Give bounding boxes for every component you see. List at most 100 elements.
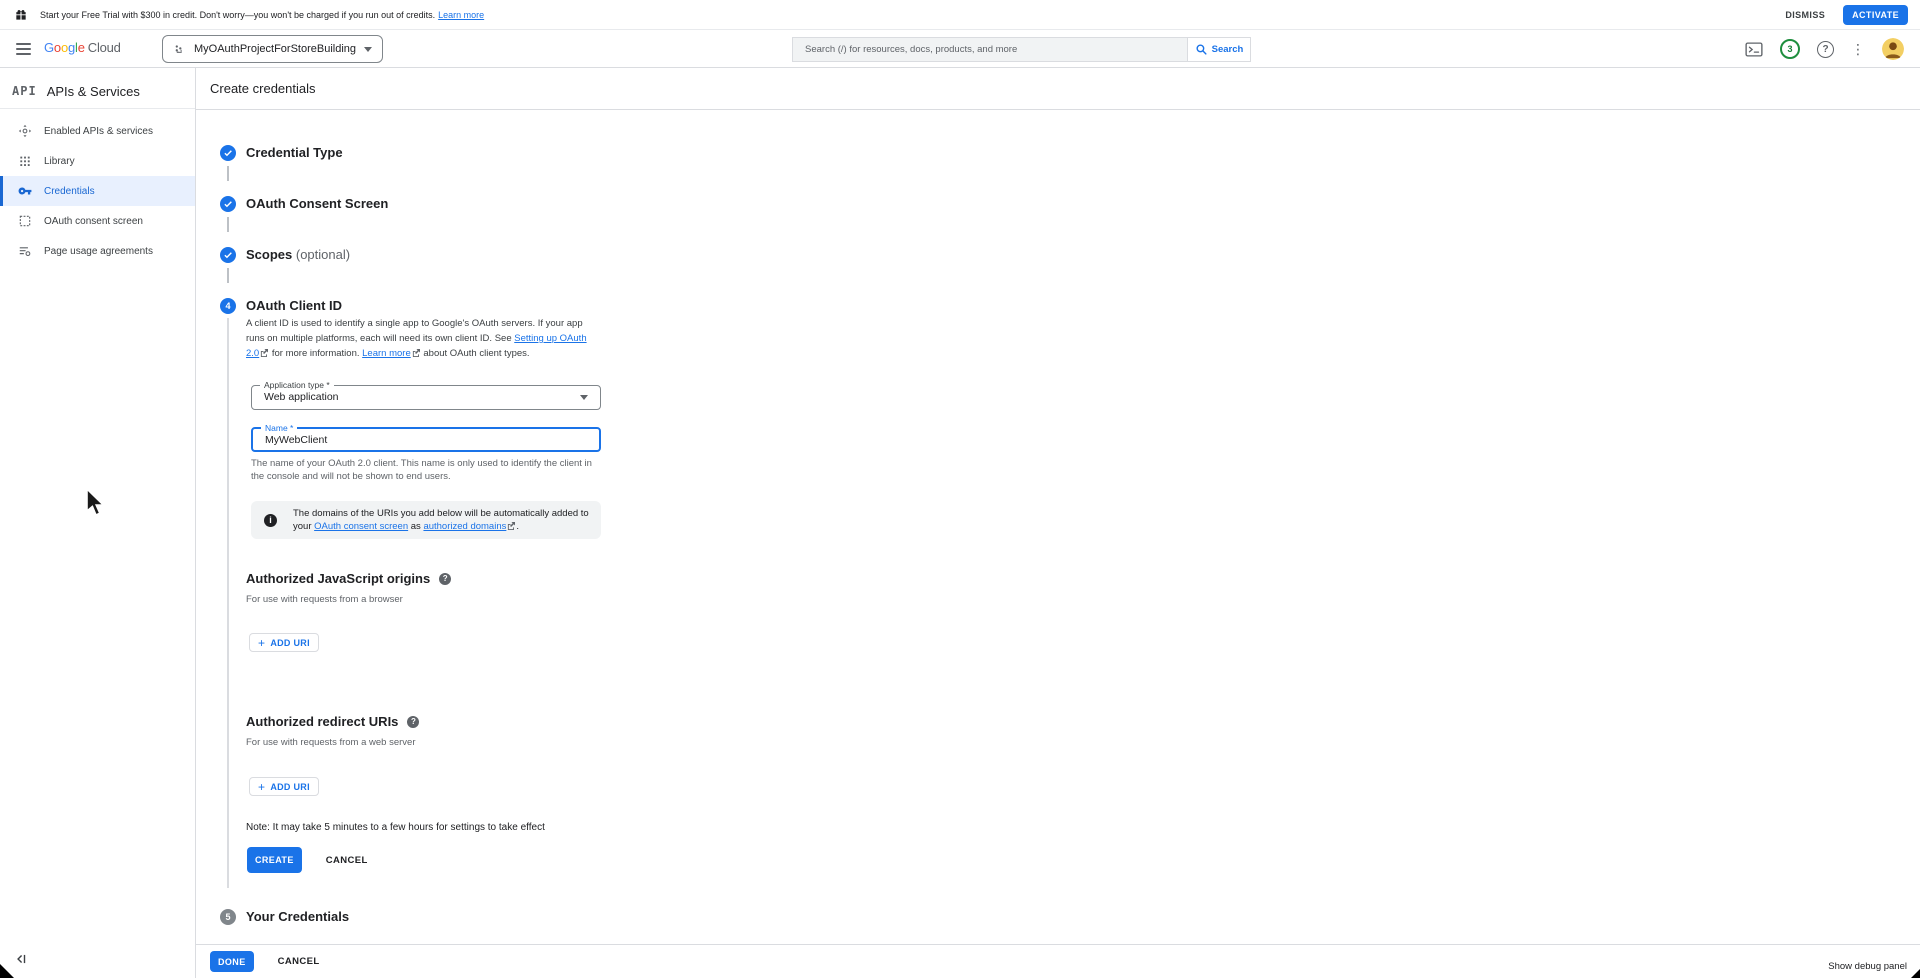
step5-label[interactable]: Your Credentials	[246, 909, 349, 925]
oauth-consent-icon	[18, 214, 32, 228]
create-button[interactable]: CREATE	[247, 847, 302, 873]
search-input[interactable]	[792, 37, 1187, 62]
step3-check-icon	[220, 247, 236, 263]
project-selector[interactable]: MyOAuthProjectForStoreBuilding	[162, 35, 383, 63]
sidebar-item-library[interactable]: Library	[0, 146, 195, 176]
sidebar-item-oauth-consent[interactable]: OAuth consent screen	[0, 206, 195, 236]
project-icon	[173, 43, 186, 56]
sidebar-item-label: Library	[44, 156, 75, 167]
logo-letter: e	[78, 40, 85, 55]
page-titlebar: Create credentials	[196, 68, 1920, 110]
step-connector	[227, 268, 229, 283]
oauth-consent-screen-link[interactable]: OAuth consent screen	[314, 521, 408, 532]
activate-button[interactable]: ACTIVATE	[1843, 5, 1908, 25]
page-usage-icon	[18, 244, 32, 258]
sidebar-item-label: OAuth consent screen	[44, 216, 143, 227]
collapse-sidebar-icon[interactable]	[14, 952, 28, 966]
js-origins-subtitle: For use with requests from a browser	[246, 594, 403, 605]
add-uri-label: ADD URI	[270, 638, 310, 648]
info-text: The domains of the URIs you add below wi…	[293, 507, 593, 534]
client-name-input[interactable]: Name * MyWebClient	[251, 427, 601, 452]
plus-icon: +	[258, 637, 265, 649]
application-type-select[interactable]: Application type * Web application	[251, 385, 601, 410]
logo-letter: G	[44, 40, 54, 55]
learn-more-link[interactable]: Learn more	[362, 348, 411, 359]
logo-letter: o	[61, 40, 68, 55]
step3-label[interactable]: Scopes (optional)	[246, 247, 350, 263]
step5-number: 5	[225, 912, 230, 922]
authorized-domains-link[interactable]: authorized domains	[423, 521, 506, 532]
sidebar-item-enabled-apis[interactable]: Enabled APIs & services	[0, 116, 195, 146]
enabled-apis-icon	[18, 124, 32, 138]
notifications-badge[interactable]: 3	[1780, 39, 1800, 59]
sidebar-nav: Enabled APIs & services Library Credenti…	[0, 116, 195, 266]
settings-note: Note: It may take 5 minutes to a few hou…	[246, 822, 545, 833]
create-credentials-form: Credential Type OAuth Consent Screen Sco…	[196, 110, 1920, 944]
corner-artifact	[1911, 969, 1920, 978]
library-icon	[18, 154, 32, 168]
banner-learn-more-link[interactable]: Learn more	[438, 10, 484, 20]
sidebar-item-label: Enabled APIs & services	[44, 126, 153, 137]
free-trial-banner: Start your Free Trial with $300 in credi…	[0, 0, 1920, 30]
step2-label[interactable]: OAuth Consent Screen	[246, 196, 388, 212]
step4-number: 4	[225, 301, 230, 311]
cloud-shell-icon[interactable]	[1745, 42, 1763, 57]
avatar[interactable]	[1882, 38, 1904, 60]
help-icon[interactable]: ?	[407, 716, 419, 728]
logo-cloud-text: Cloud	[88, 40, 121, 55]
global-search: Search	[792, 37, 1251, 62]
done-button[interactable]: DONE	[210, 951, 254, 972]
sidebar: API APIs & Services Enabled APIs & servi…	[0, 68, 196, 978]
show-debug-panel-link[interactable]: Show debug panel	[1828, 961, 1907, 972]
logo-letter: g	[68, 40, 75, 55]
desc-text: for more information.	[269, 348, 362, 359]
client-name-helper: The name of your OAuth 2.0 client. This …	[251, 457, 603, 483]
gift-icon	[14, 8, 28, 22]
step3-label-optional: (optional)	[296, 247, 350, 262]
help-icon[interactable]: ?	[439, 573, 451, 585]
cancel-button[interactable]: CANCEL	[326, 855, 368, 866]
domains-info-box: i The domains of the URIs you add below …	[251, 501, 601, 539]
info-icon: i	[264, 514, 277, 527]
sidebar-item-credentials[interactable]: Credentials	[0, 176, 195, 206]
google-cloud-console: Start your Free Trial with $300 in credi…	[0, 0, 1920, 978]
key-icon	[18, 184, 32, 198]
google-cloud-logo[interactable]: GoogleCloud	[44, 40, 121, 55]
step2-check-icon	[220, 196, 236, 212]
external-link-icon	[260, 347, 268, 362]
step4-number-icon: 4	[220, 298, 236, 314]
banner-message: Start your Free Trial with $300 in credi…	[40, 10, 435, 20]
step5-number-icon: 5	[220, 909, 236, 925]
more-options-icon[interactable]: ⋮	[1851, 42, 1865, 56]
redirect-uris-heading: Authorized redirect URIs ?	[246, 714, 419, 729]
main-panel: Create credentials Credential Type OAuth…	[196, 68, 1920, 978]
menu-icon[interactable]	[16, 43, 31, 55]
apis-services-logo-icon: API	[12, 84, 37, 98]
search-button-label: Search	[1212, 44, 1244, 55]
sidebar-header: API APIs & Services	[0, 78, 195, 104]
dismiss-button[interactable]: DISMISS	[1785, 10, 1825, 20]
info-text-part: .	[516, 521, 519, 532]
step1-check-icon	[220, 145, 236, 161]
header-actions: 3 ? ⋮	[1745, 30, 1904, 68]
sidebar-item-page-usage[interactable]: Page usage agreements	[0, 236, 195, 266]
help-icon[interactable]: ?	[1817, 41, 1834, 58]
client-name-value: MyWebClient	[265, 429, 327, 452]
footer-cancel-button[interactable]: CANCEL	[278, 956, 320, 967]
divider	[0, 108, 195, 109]
step1-label[interactable]: Credential Type	[246, 145, 343, 161]
chevron-down-icon	[580, 395, 588, 400]
app-header: GoogleCloud MyOAuthProjectForStoreBuildi…	[0, 30, 1920, 68]
corner-artifact	[0, 964, 14, 978]
bottom-action-bar: DONE CANCEL	[196, 944, 1920, 978]
page-title: Create credentials	[210, 81, 316, 96]
search-button[interactable]: Search	[1187, 37, 1251, 62]
add-uri-button-redirects[interactable]: +ADD URI	[249, 777, 319, 796]
add-uri-button-origins[interactable]: + ADD URI	[249, 633, 319, 652]
external-link-icon	[412, 347, 420, 362]
add-uri-label: ADD URI	[270, 782, 310, 792]
sidebar-item-label: Credentials	[44, 186, 95, 197]
step4-label[interactable]: OAuth Client ID	[246, 298, 342, 314]
step3-label-main: Scopes	[246, 247, 292, 262]
sidebar-item-label: Page usage agreements	[44, 246, 153, 257]
